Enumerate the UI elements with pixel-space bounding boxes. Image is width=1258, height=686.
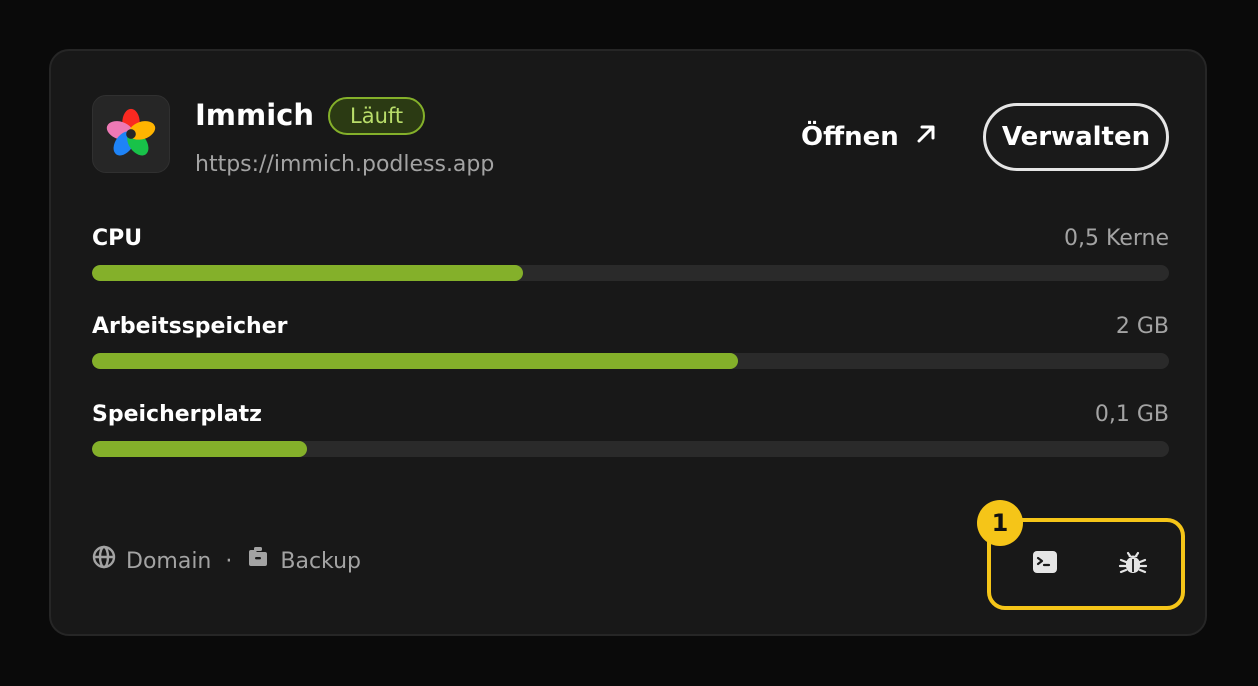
- metric-value: 0,1 GB: [1094, 402, 1169, 427]
- metric-value: 2 GB: [1115, 314, 1169, 339]
- backup-link[interactable]: Backup: [246, 545, 361, 579]
- metric-value: 0,5 Kerne: [1064, 226, 1169, 251]
- metric-label: Speicherplatz: [92, 402, 262, 427]
- annotation-marker: 1: [977, 500, 1023, 546]
- metric-label: CPU: [92, 226, 143, 251]
- debug-button[interactable]: [1109, 540, 1157, 588]
- storage-usage-bar: [92, 441, 1169, 457]
- memory-usage-bar-fill: [92, 353, 739, 369]
- cpu-usage-bar: [92, 265, 1169, 281]
- open-link[interactable]: Öffnen: [801, 117, 937, 157]
- backup-label: Backup: [280, 549, 362, 574]
- footer-separator: ·: [225, 549, 233, 574]
- bug-icon: [1118, 547, 1148, 581]
- app-card: Immich Läuft https://immich.podless.app …: [49, 49, 1207, 636]
- terminal-button[interactable]: [1021, 540, 1069, 588]
- globe-icon: [92, 545, 116, 579]
- manage-button[interactable]: Verwalten: [983, 103, 1169, 171]
- app-name: Immich: [195, 98, 315, 132]
- domain-label: Domain: [126, 549, 212, 574]
- backup-folder-icon: [246, 545, 270, 579]
- metric-label: Arbeitsspeicher: [92, 314, 288, 339]
- cpu-usage-bar-fill: [92, 265, 523, 281]
- app-url[interactable]: https://immich.podless.app: [195, 149, 494, 181]
- footer-links: Domain · Backup: [92, 545, 361, 579]
- storage-usage-bar-fill: [92, 441, 308, 457]
- arrow-up-right-icon: [915, 117, 937, 157]
- open-label: Öffnen: [801, 122, 899, 152]
- status-badge: Läuft: [328, 97, 426, 135]
- terminal-icon: [1032, 549, 1058, 579]
- memory-usage-bar: [92, 353, 1169, 369]
- immich-logo-icon: [92, 95, 170, 173]
- domain-link[interactable]: Domain: [92, 545, 211, 579]
